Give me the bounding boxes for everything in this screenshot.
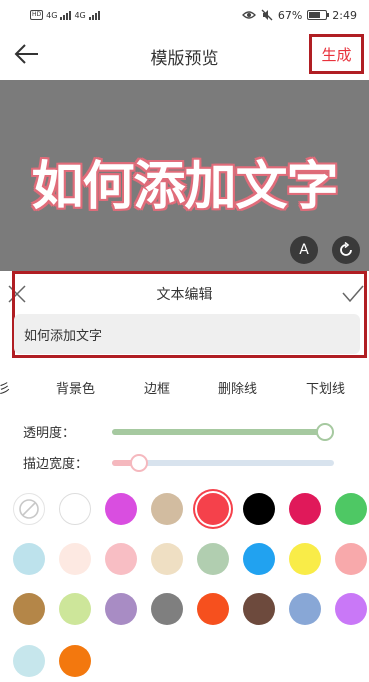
stroke-width-slider-row: 描边宽度：: [0, 449, 369, 475]
opacity-label: 透明度：: [23, 426, 76, 441]
status-right: 67% 2:49: [241, 8, 357, 22]
color-swatch[interactable]: [59, 645, 91, 677]
tab-strikethrough[interactable]: 删除线: [218, 378, 257, 397]
color-swatch[interactable]: [105, 493, 137, 525]
color-swatch[interactable]: [13, 543, 45, 575]
color-swatch[interactable]: [151, 543, 183, 575]
opacity-slider-fill: [112, 429, 325, 435]
generate-button[interactable]: 生成: [309, 34, 364, 74]
color-swatch[interactable]: [105, 593, 137, 625]
stroke-width-slider-thumb[interactable]: [130, 454, 149, 472]
signal-b-label: 4G: [74, 10, 86, 20]
opacity-slider-thumb[interactable]: [316, 423, 334, 441]
no-color-swatch[interactable]: [13, 493, 45, 525]
signal-indicators: HD 4G 4G: [30, 10, 100, 20]
mute-icon: [261, 9, 273, 21]
color-swatch[interactable]: [335, 493, 367, 525]
font-icon: A: [299, 242, 309, 258]
battery-icon: [307, 10, 330, 20]
hd-badge: HD: [30, 10, 44, 20]
title-bar: 模版预览 生成: [0, 30, 369, 78]
template-preview[interactable]: 如何添加文字 A: [0, 80, 369, 271]
color-swatch[interactable]: [13, 645, 45, 677]
color-swatch[interactable]: [243, 593, 275, 625]
signal-a-label: 4G: [46, 10, 58, 20]
stroke-width-label: 描边宽度：: [23, 457, 89, 472]
color-swatch[interactable]: [335, 593, 367, 625]
color-swatch-selected[interactable]: [197, 493, 229, 525]
clock: 2:49: [332, 8, 357, 22]
color-swatch[interactable]: [59, 543, 91, 575]
preview-text[interactable]: 如何添加文字: [0, 144, 369, 219]
color-swatch[interactable]: [243, 493, 275, 525]
check-icon: [342, 285, 364, 303]
color-swatch[interactable]: [13, 593, 45, 625]
color-swatch[interactable]: [59, 493, 91, 525]
color-swatch[interactable]: [289, 543, 321, 575]
signal-icon: [60, 10, 72, 20]
color-swatch[interactable]: [243, 543, 275, 575]
color-swatch[interactable]: [197, 543, 229, 575]
style-tabs: 彡 背景色 边框 删除线 下划线: [0, 372, 369, 402]
tab-shadow[interactable]: 彡: [0, 378, 11, 397]
color-swatch[interactable]: [105, 543, 137, 575]
color-swatch[interactable]: [151, 493, 183, 525]
confirm-button[interactable]: [341, 283, 365, 305]
status-bar: HD 4G 4G 67% 2:49: [0, 0, 369, 30]
text-input[interactable]: [14, 314, 360, 354]
color-swatch[interactable]: [289, 593, 321, 625]
editor-title: 文本编辑: [156, 287, 213, 303]
color-swatch[interactable]: [289, 493, 321, 525]
color-swatch[interactable]: [151, 593, 183, 625]
tab-border[interactable]: 边框: [144, 378, 170, 397]
opacity-slider[interactable]: [112, 423, 334, 441]
text-edit-panel: 文本编辑: [0, 271, 369, 367]
battery-percent: 67%: [277, 8, 303, 22]
rotate-icon: [340, 242, 352, 256]
eye-icon: [241, 11, 256, 19]
color-swatch[interactable]: [59, 593, 91, 625]
color-swatch[interactable]: [335, 543, 367, 575]
signal-icon: [88, 10, 100, 20]
color-swatch[interactable]: [197, 593, 229, 625]
no-color-icon: [19, 499, 39, 519]
opacity-slider-row: 透明度：: [0, 418, 369, 444]
font-button[interactable]: A: [290, 236, 318, 264]
rotate-button[interactable]: [332, 236, 360, 264]
tab-background-color[interactable]: 背景色: [56, 378, 95, 397]
stroke-width-slider[interactable]: [112, 454, 334, 472]
tab-underline[interactable]: 下划线: [306, 378, 345, 397]
